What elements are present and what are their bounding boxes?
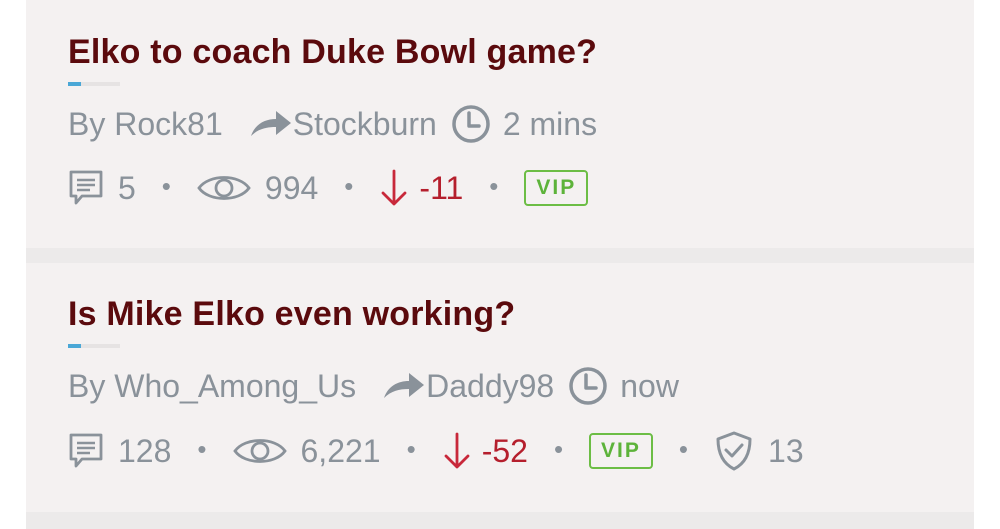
view-count: 994 — [264, 169, 319, 206]
clock-icon — [569, 367, 607, 405]
thread-card[interactable]: Is Mike Elko even working? By Who_Among_… — [26, 263, 974, 512]
thread-title[interactable]: Is Mike Elko even working? — [68, 295, 515, 334]
arrow-down-icon[interactable] — [379, 168, 409, 208]
clock-icon — [452, 105, 490, 143]
vip-badge: VIP — [589, 433, 653, 469]
protected-count: 13 — [768, 432, 804, 469]
share-arrow-icon — [384, 373, 425, 398]
eye-icon — [197, 176, 251, 200]
separator-dot: • — [678, 434, 689, 464]
thread-card[interactable]: Elko to coach Duke Bowl game? By Rock81 … — [26, 0, 974, 248]
reply-count: 128 — [118, 432, 172, 469]
shield-check-icon — [716, 431, 752, 471]
reply-count: 5 — [118, 169, 136, 206]
separator-dot: • — [197, 434, 207, 464]
separator-dot: • — [161, 171, 171, 201]
thread-meta: By Rock81 Stockburn 2 mins — [68, 103, 597, 145]
thread-time: 2 mins — [502, 105, 598, 142]
separator-dot: • — [489, 171, 499, 201]
arrow-down-icon[interactable] — [442, 431, 472, 471]
thread-author[interactable]: By Who_Among_Us — [68, 368, 356, 405]
thread-title[interactable]: Elko to coach Duke Bowl game? — [68, 33, 597, 72]
separator-dot: • — [553, 434, 564, 464]
share-arrow-icon — [250, 111, 291, 136]
separator-dot: • — [406, 434, 416, 464]
vote-score: -11 — [419, 169, 464, 206]
thread-meta: By Who_Among_Us Daddy98 now — [68, 365, 679, 407]
thread-stats: 128 • 6,221 • -52 • VIP • 13 — [68, 429, 804, 473]
thread-stats: 5 • 994 • -11 • VIP — [68, 166, 589, 210]
last-reply-user[interactable]: Stockburn — [293, 106, 437, 143]
last-reply-user[interactable]: Daddy98 — [426, 368, 554, 405]
eye-icon — [232, 439, 287, 463]
thread-time: now — [620, 367, 679, 404]
read-progress-bar — [68, 344, 120, 348]
read-progress-bar — [68, 82, 120, 86]
comment-icon — [69, 433, 103, 468]
vote-score: -52 — [481, 432, 528, 469]
comment-icon — [69, 170, 103, 205]
thread-author[interactable]: By Rock81 — [68, 106, 223, 143]
vip-badge: VIP — [524, 170, 589, 206]
thread-list: Elko to coach Duke Bowl game? By Rock81 … — [26, 0, 974, 529]
view-count: 6,221 — [300, 432, 381, 469]
separator-dot: • — [344, 171, 354, 201]
